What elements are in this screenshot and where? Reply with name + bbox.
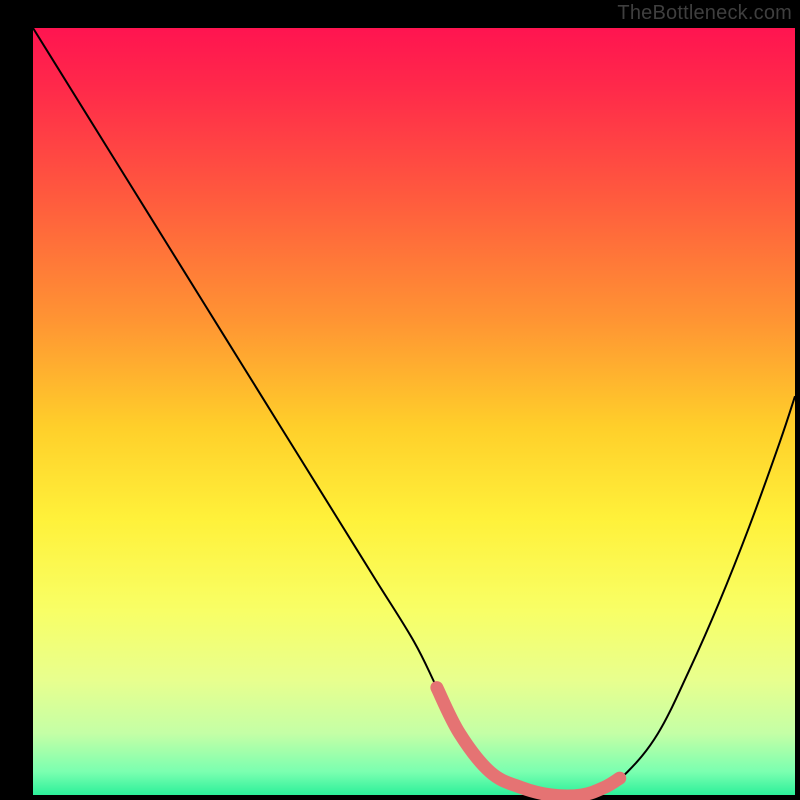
chart-stage: TheBottleneck.com [0, 0, 800, 800]
watermark-text: TheBottleneck.com [617, 2, 792, 25]
plot-background [33, 28, 795, 795]
bottleneck-chart [0, 0, 800, 800]
